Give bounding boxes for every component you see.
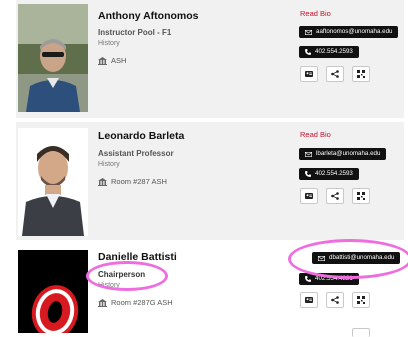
- building-icon: [98, 298, 107, 307]
- faculty-department: History: [98, 161, 120, 168]
- faculty-card-battisti: Danielle Battisti Chairperson History Ro…: [16, 239, 408, 337]
- vcard-icon: [305, 71, 313, 77]
- faculty-title: Instructor Pool - F1: [98, 28, 172, 37]
- email-text: dbattisti@unomaha.edu: [329, 254, 395, 261]
- faculty-department: History: [98, 40, 120, 47]
- building-icon: [98, 177, 107, 186]
- university-logo: [18, 250, 88, 333]
- qr-code-button[interactable]: [352, 66, 370, 82]
- faculty-card-aftonomos: Anthony Aftonomos Instructor Pool - F1 H…: [16, 0, 404, 118]
- share-button[interactable]: [326, 66, 344, 82]
- room-label: Room #287G ASH: [111, 298, 173, 307]
- phone-text: 402.554.2593: [315, 48, 353, 55]
- faculty-name[interactable]: Anthony Aftonomos: [98, 10, 199, 22]
- email-text: aaftonomos@unomaha.edu: [316, 28, 393, 35]
- qr-code-icon: [357, 192, 365, 200]
- envelope-icon: [305, 151, 312, 157]
- phone-button[interactable]: 402.554.4821: [299, 273, 359, 285]
- share-button[interactable]: [326, 188, 344, 204]
- building-icon: [98, 56, 107, 65]
- profile-photo: [18, 4, 88, 112]
- share-icon: [331, 296, 339, 304]
- phone-icon: [305, 49, 311, 55]
- phone-button[interactable]: 402.554.2593: [299, 168, 359, 180]
- profile-photo: [18, 128, 88, 236]
- phone-button[interactable]: 402.554.2593: [299, 46, 359, 58]
- qr-code-icon: [357, 70, 365, 78]
- envelope-icon: [318, 255, 325, 261]
- faculty-title: Chairperson: [98, 270, 146, 279]
- vcard-button[interactable]: [300, 292, 318, 308]
- vcard-button[interactable]: [300, 66, 318, 82]
- phone-text: 402.554.4821: [315, 275, 353, 282]
- phone-icon: [305, 171, 311, 177]
- faculty-room: Room #287 ASH: [98, 177, 167, 186]
- qr-code-button[interactable]: [352, 188, 370, 204]
- faculty-title: Assistant Professor: [98, 149, 174, 158]
- share-icon: [331, 192, 339, 200]
- read-bio-link[interactable]: Read Bio: [300, 9, 331, 18]
- vcard-icon: [305, 297, 313, 303]
- envelope-icon: [305, 29, 312, 35]
- email-button[interactable]: dbattisti@unomaha.edu: [312, 252, 401, 264]
- email-text: lbarleta@unomaha.edu: [316, 150, 381, 157]
- faculty-name[interactable]: Danielle Battisti: [98, 251, 177, 263]
- read-bio-link[interactable]: Read Bio: [300, 130, 331, 139]
- share-button[interactable]: [326, 292, 344, 308]
- email-button[interactable]: aaftonomos@unomaha.edu: [299, 26, 399, 38]
- phone-icon: [305, 276, 311, 282]
- faculty-room: ASH: [98, 56, 126, 65]
- vcard-button[interactable]: [300, 188, 318, 204]
- profile-photo: [18, 250, 88, 333]
- faculty-card-barleta: Leonardo Barleta Assistant Professor His…: [16, 122, 404, 240]
- qr-code-icon: [357, 296, 365, 304]
- qr-code-button[interactable]: [352, 292, 370, 308]
- room-label: ASH: [111, 56, 127, 65]
- phone-text: 402.554.2593: [315, 170, 353, 177]
- faculty-department: History: [98, 282, 120, 289]
- room-label: Room #287 ASH: [111, 177, 167, 186]
- email-button[interactable]: lbarleta@unomaha.edu: [299, 148, 387, 160]
- faculty-name[interactable]: Leonardo Barleta: [98, 130, 184, 142]
- share-icon: [331, 70, 339, 78]
- faculty-room: Room #287G ASH: [98, 298, 173, 307]
- vcard-icon: [305, 193, 313, 199]
